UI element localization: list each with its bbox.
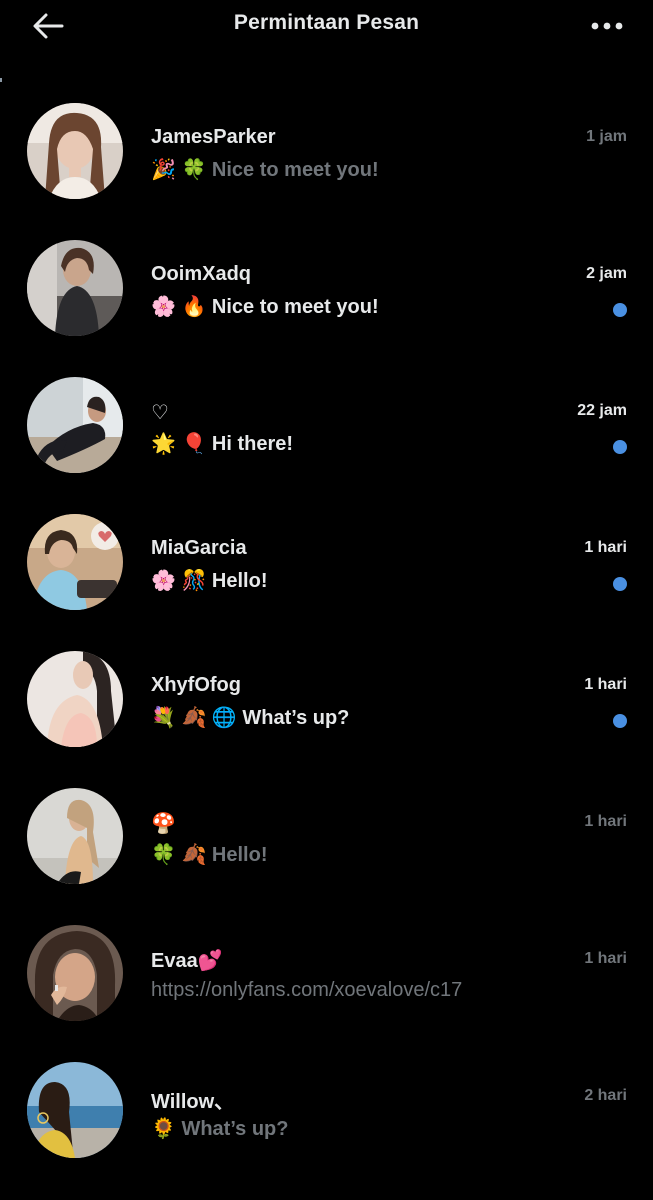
message-request-row[interactable]: 🍄 🍀 🍂 Hello! 1 hari xyxy=(0,768,653,905)
message-preview: 🎉 🍀 Nice to meet you! xyxy=(151,159,379,181)
message-request-row[interactable]: JamesParker 🎉 🍀 Nice to meet you! 1 jam xyxy=(0,83,653,220)
avatar[interactable] xyxy=(27,651,123,747)
message-request-row[interactable]: Willow、 🌻 What’s up? 2 hari xyxy=(0,1042,653,1179)
avatar[interactable] xyxy=(27,788,123,884)
more-horizontal-icon xyxy=(591,22,623,30)
timestamp: 22 jam xyxy=(577,402,627,419)
message-request-row[interactable]: MiaGarcia 🌸 🎊 Hello! 1 hari xyxy=(0,494,653,631)
avatar[interactable] xyxy=(27,514,123,610)
message-request-row[interactable]: ♡ 🌟 🎈 Hi there! 22 jam xyxy=(0,357,653,494)
timestamp: 1 hari xyxy=(584,950,627,967)
sender-name: ♡ xyxy=(151,402,169,424)
sender-name: OoimXadq xyxy=(151,263,252,285)
more-options-button[interactable] xyxy=(585,6,629,46)
message-request-row[interactable]: OoimXadq 🌸 🔥 Nice to meet you! 2 jam xyxy=(0,220,653,357)
avatar[interactable] xyxy=(27,103,123,199)
message-preview: https://onlyfans.com/xoevalove/c17 xyxy=(151,979,463,1001)
message-preview: 🍀 🍂 Hello! xyxy=(151,844,268,866)
timestamp: 1 hari xyxy=(584,813,627,830)
avatar[interactable] xyxy=(27,1062,123,1158)
sender-name: XhyfOfog xyxy=(151,674,241,696)
timestamp: 1 jam xyxy=(586,128,627,145)
sender-name: MiaGarcia xyxy=(151,537,247,559)
message-request-row[interactable]: Evaa💕 https://onlyfans.com/xoevalove/c17… xyxy=(0,905,653,1042)
unread-indicator xyxy=(613,303,627,317)
unread-indicator xyxy=(613,714,627,728)
avatar[interactable] xyxy=(27,240,123,336)
timestamp: 1 hari xyxy=(584,539,627,556)
avatar[interactable] xyxy=(27,377,123,473)
message-preview: 🌸 🔥 Nice to meet you! xyxy=(151,296,379,318)
sender-name: JamesParker xyxy=(151,126,276,148)
header-bar: Permintaan Pesan xyxy=(0,0,653,52)
unread-indicator xyxy=(613,440,627,454)
message-preview: 🌻 What’s up? xyxy=(151,1118,289,1140)
timestamp: 1 hari xyxy=(584,676,627,693)
sender-name: Willow、 xyxy=(151,1091,235,1113)
message-preview: 🌟 🎈 Hi there! xyxy=(151,433,294,455)
edge-mark xyxy=(0,78,2,82)
page-title: Permintaan Pesan xyxy=(233,11,420,34)
avatar[interactable] xyxy=(27,925,123,1021)
timestamp: 2 jam xyxy=(586,265,627,282)
unread-indicator xyxy=(613,577,627,591)
message-request-list: JamesParker 🎉 🍀 Nice to meet you! 1 jam … xyxy=(0,83,653,1179)
message-preview: 🌸 🎊 Hello! xyxy=(151,570,268,592)
sender-name: 🍄 xyxy=(151,813,176,835)
message-preview: 💐 🍂 🌐 What’s up? xyxy=(151,707,350,729)
message-request-row[interactable]: XhyfOfog 💐 🍂 🌐 What’s up? 1 hari xyxy=(0,631,653,768)
timestamp: 2 hari xyxy=(584,1087,627,1104)
sender-name: Evaa💕 xyxy=(151,950,223,972)
